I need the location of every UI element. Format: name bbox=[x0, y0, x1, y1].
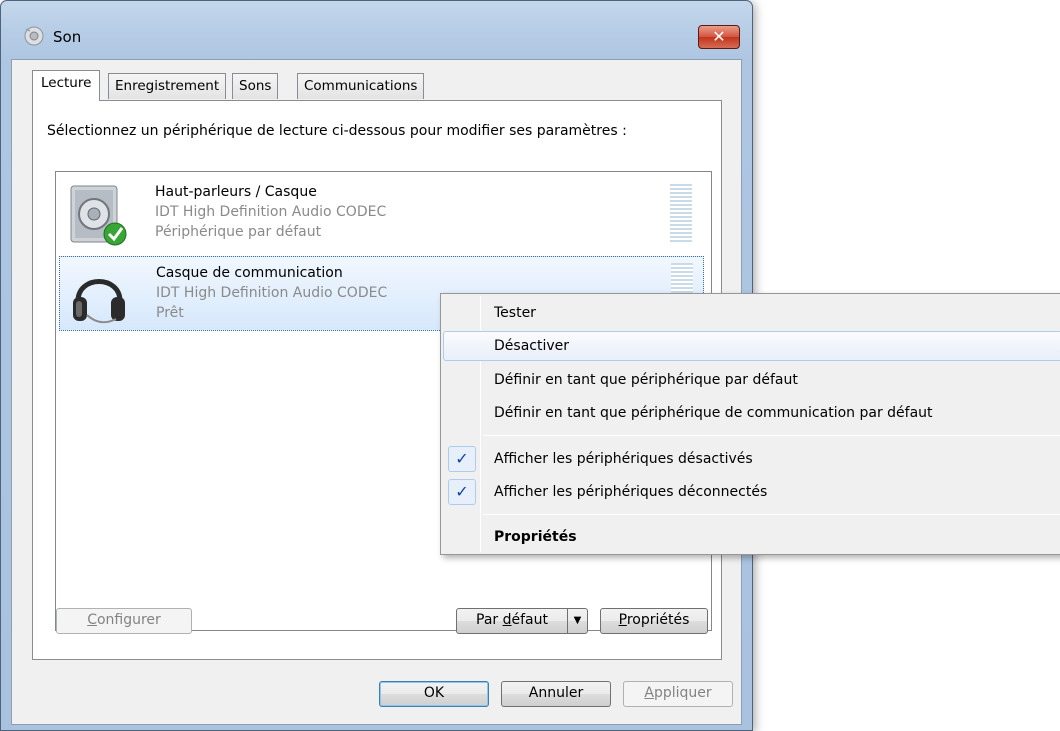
cancel-button[interactable]: Annuler bbox=[501, 681, 611, 707]
menu-item-show-disconnected[interactable]: ✓ Afficher les périphériques déconnectés bbox=[443, 477, 1060, 507]
device-driver: IDT High Definition Audio CODEC bbox=[155, 204, 387, 220]
volume-level-meter bbox=[670, 184, 692, 242]
headset-icon bbox=[73, 279, 125, 324]
checkmark-icon: ✓ bbox=[448, 479, 476, 505]
menu-separator bbox=[483, 514, 1060, 515]
menu-item-label: Afficher les périphériques déconnectés bbox=[494, 484, 768, 500]
menu-item-label: Définir en tant que périphérique par déf… bbox=[494, 372, 798, 388]
speaker-icon bbox=[70, 185, 127, 246]
set-default-label-pre: Par bbox=[476, 612, 503, 628]
properties-label: ropriétés bbox=[626, 612, 690, 628]
device-item-speakers[interactable]: Haut-parleurs / Casque IDT High Definiti… bbox=[59, 176, 704, 251]
device-status: Prêt bbox=[156, 305, 184, 321]
menu-item-show-disabled[interactable]: ✓ Afficher les périphériques désactivés bbox=[443, 444, 1060, 474]
menu-separator bbox=[483, 435, 1060, 436]
close-button[interactable]: ✕ bbox=[698, 25, 740, 49]
tab-enregistrement[interactable]: Enregistrement bbox=[108, 73, 227, 99]
set-default-accesskey: d bbox=[502, 612, 512, 628]
configure-button[interactable]: Configurer bbox=[56, 608, 192, 634]
device-status: Périphérique par défaut bbox=[155, 224, 322, 240]
tab-lecture[interactable]: Lecture bbox=[32, 70, 101, 101]
ok-button[interactable]: OK bbox=[379, 681, 489, 707]
menu-item-set-default-communication[interactable]: Définir en tant que périphérique de comm… bbox=[443, 398, 1060, 428]
dropdown-arrow-icon[interactable]: ▼ bbox=[567, 609, 587, 633]
configure-label: onfigurer bbox=[96, 612, 161, 628]
menu-item-set-default[interactable]: Définir en tant que périphérique par déf… bbox=[443, 365, 1060, 395]
close-icon: ✕ bbox=[712, 27, 726, 46]
checkmark-icon: ✓ bbox=[448, 446, 476, 472]
apply-label: ppliquer bbox=[653, 685, 712, 701]
configure-accesskey: C bbox=[87, 612, 97, 628]
window-title: Son bbox=[53, 28, 82, 46]
device-name: Haut-parleurs / Casque bbox=[155, 184, 317, 200]
menu-item-label: Propriétés bbox=[494, 529, 577, 545]
properties-button[interactable]: Propriétés bbox=[600, 608, 708, 634]
tab-sons[interactable]: Sons bbox=[232, 73, 279, 99]
tab-communications[interactable]: Communications bbox=[297, 73, 425, 99]
set-default-label: éfaut bbox=[511, 612, 548, 628]
device-name: Casque de communication bbox=[156, 265, 343, 281]
menu-item-label: Désactiver bbox=[494, 338, 569, 354]
device-driver: IDT High Definition Audio CODEC bbox=[156, 285, 388, 301]
menu-item-label: Définir en tant que périphérique de comm… bbox=[494, 405, 933, 421]
title-bar[interactable]: Son ✕ bbox=[1, 1, 752, 49]
apply-accesskey: A bbox=[644, 685, 654, 701]
apply-button[interactable]: Appliquer bbox=[623, 681, 733, 707]
properties-accesskey: P bbox=[618, 612, 627, 628]
set-default-split-button[interactable]: Par défaut ▼ bbox=[456, 608, 588, 634]
menu-item-label: Tester bbox=[494, 305, 536, 321]
device-context-menu: Tester Désactiver Définir en tant que pé… bbox=[440, 293, 1060, 555]
instruction-text: Sélectionnez un périphérique de lecture … bbox=[47, 123, 627, 139]
menu-item-label: Afficher les périphériques désactivés bbox=[494, 451, 753, 467]
menu-item-desactiver[interactable]: Désactiver bbox=[443, 331, 1060, 361]
menu-item-proprietes[interactable]: Propriétés bbox=[443, 522, 1060, 552]
menu-item-tester[interactable]: Tester bbox=[443, 298, 1060, 328]
speaker-app-icon bbox=[24, 26, 44, 46]
